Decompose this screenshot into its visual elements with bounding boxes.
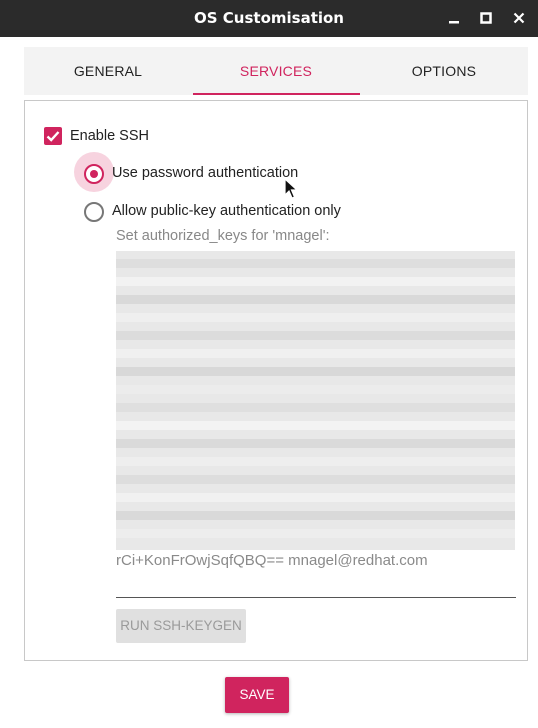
public-key-auth-label: Allow public-key authentication only xyxy=(112,203,341,219)
dialog-content: GENERAL SERVICES OPTIONS Enable SSH Use … xyxy=(0,37,538,728)
tab-services[interactable]: SERVICES xyxy=(192,47,360,95)
public-key-auth-radio[interactable] xyxy=(84,202,104,222)
enable-ssh-label: Enable SSH xyxy=(70,128,149,144)
authorized-keys-textarea[interactable] xyxy=(116,251,515,550)
checkmark-icon xyxy=(46,131,60,142)
textarea-underline xyxy=(116,597,516,598)
title-bar: OS Customisation xyxy=(0,0,538,37)
authorized-keys-value: rCi+KonFrOwjSqfQBQ== mnagel@redhat.com xyxy=(116,552,428,569)
password-auth-radio[interactable] xyxy=(84,164,104,184)
active-tab-indicator xyxy=(193,93,360,95)
run-ssh-keygen-button[interactable]: RUN SSH-KEYGEN xyxy=(116,609,246,643)
close-icon[interactable] xyxy=(511,10,527,26)
save-button[interactable]: SAVE xyxy=(225,677,289,713)
tab-options[interactable]: OPTIONS xyxy=(360,47,528,95)
password-auth-label: Use password authentication xyxy=(112,165,299,181)
maximize-icon[interactable] xyxy=(478,10,494,26)
tab-bar: GENERAL SERVICES OPTIONS xyxy=(24,47,528,95)
minimize-icon[interactable] xyxy=(446,10,462,26)
services-panel: Enable SSH Use password authentication A… xyxy=(24,100,528,661)
mouse-cursor-icon xyxy=(284,178,299,199)
authorized-keys-label: Set authorized_keys for 'mnagel': xyxy=(116,228,330,244)
tab-general[interactable]: GENERAL xyxy=(24,47,192,95)
radio-selected-dot xyxy=(90,170,98,178)
enable-ssh-checkbox[interactable] xyxy=(44,127,62,145)
